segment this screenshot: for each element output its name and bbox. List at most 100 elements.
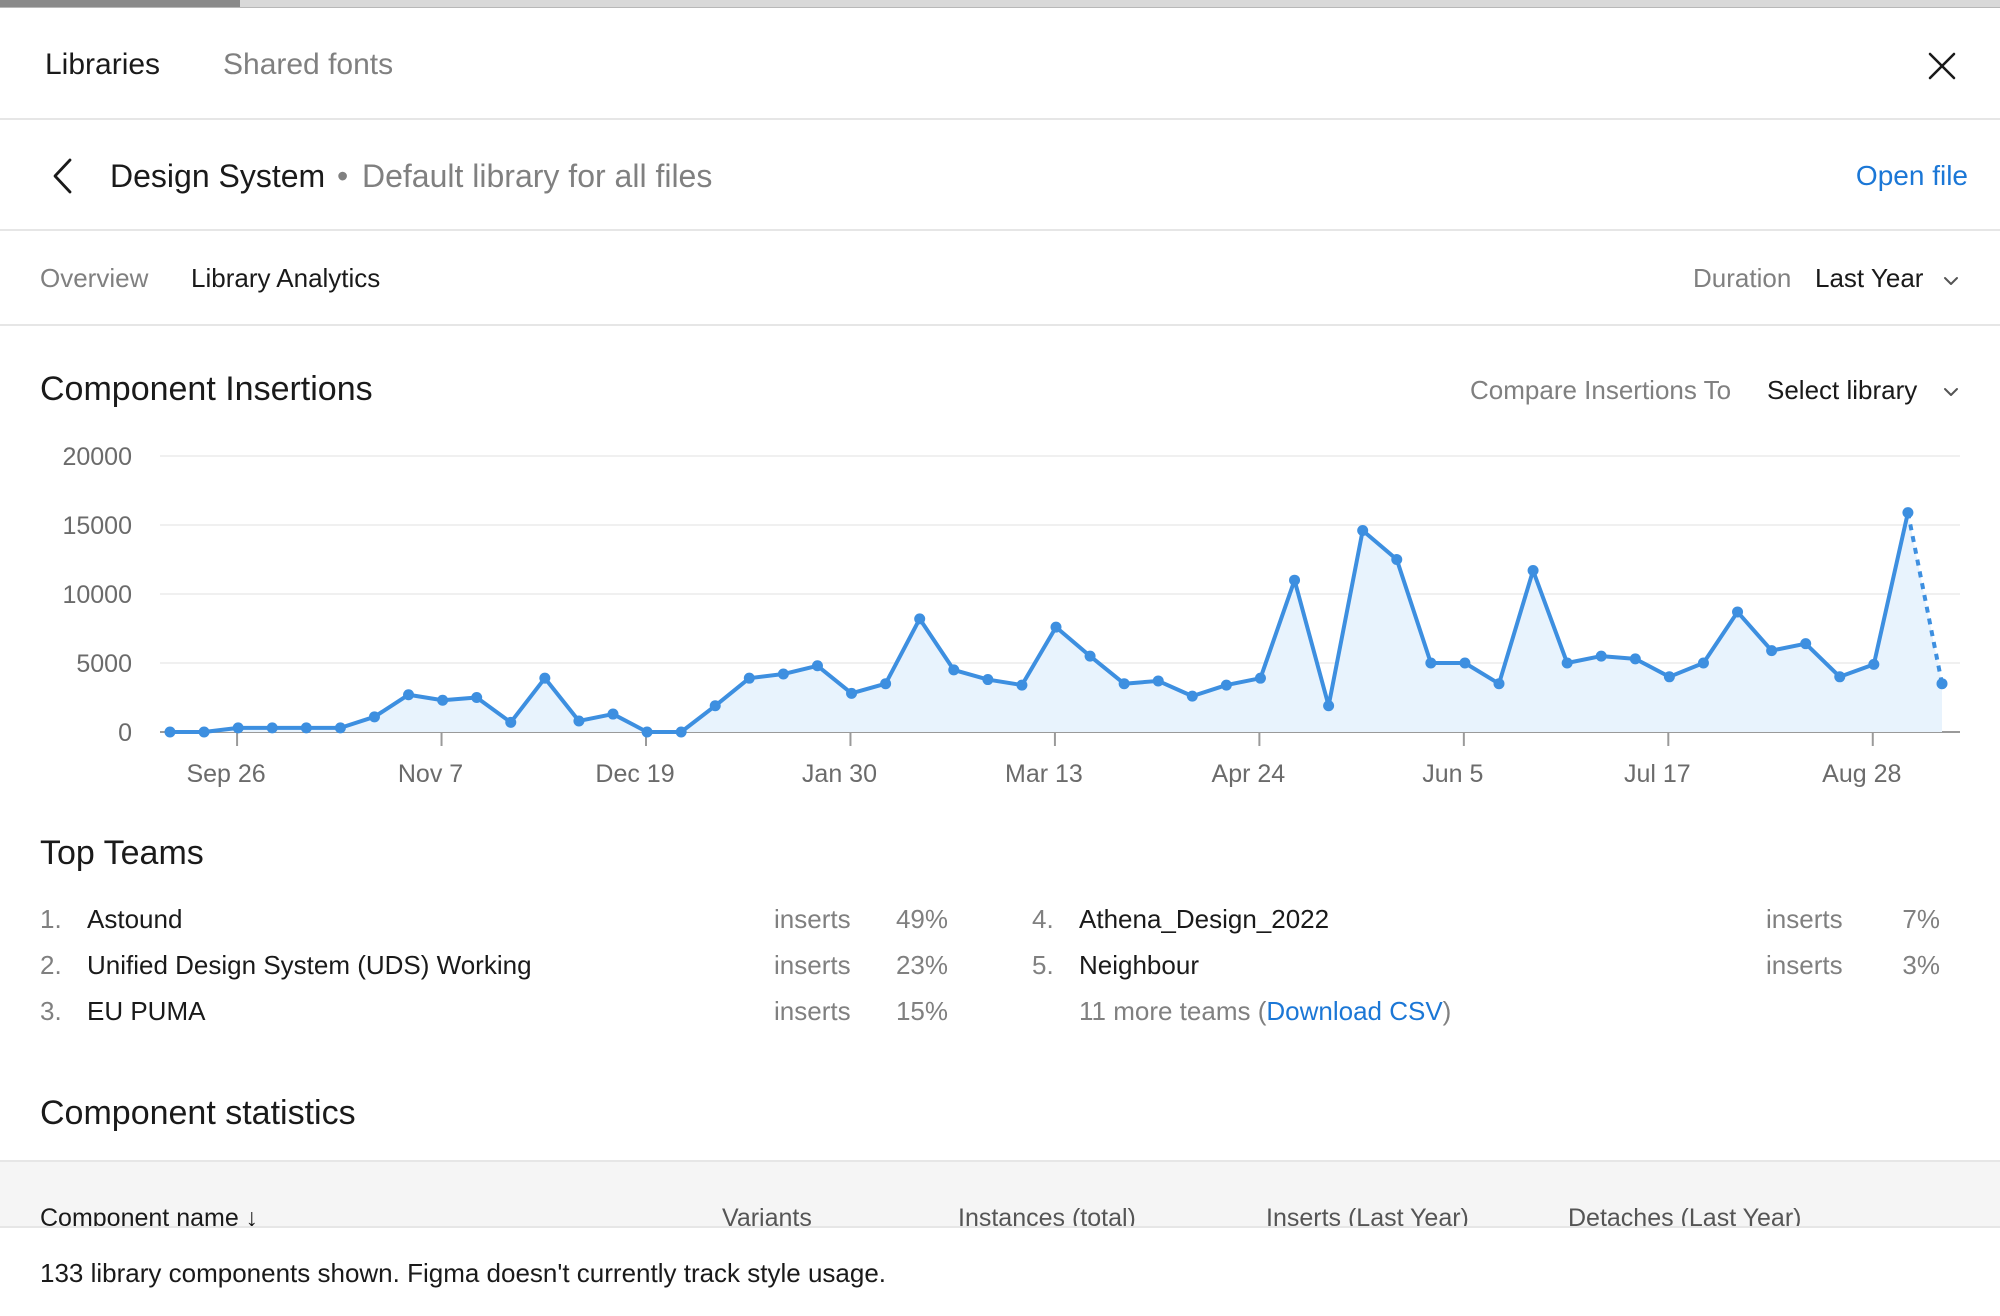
team-inserts-label: inserts bbox=[1766, 950, 1843, 980]
data-point[interactable] bbox=[1323, 700, 1335, 712]
more-teams-prefix: 11 more teams ( bbox=[1079, 996, 1267, 1026]
data-point[interactable] bbox=[1459, 657, 1471, 669]
footer-bar: 133 library components shown. Figma does… bbox=[0, 1226, 2000, 1316]
compare-library-select[interactable]: Select library bbox=[1767, 375, 1917, 406]
duration-select[interactable]: Last Year bbox=[1815, 263, 1923, 294]
duration-label: Duration bbox=[1693, 263, 1792, 293]
data-point[interactable] bbox=[1016, 679, 1028, 691]
data-point[interactable] bbox=[777, 668, 789, 680]
team-name: Athena_Design_2022 bbox=[1079, 904, 1330, 934]
y-tick-label: 5000 bbox=[76, 650, 132, 678]
data-point[interactable] bbox=[675, 726, 687, 738]
data-point[interactable] bbox=[1254, 672, 1266, 684]
x-tick-label: Jun 5 bbox=[1422, 760, 1483, 788]
download-csv-link[interactable]: Download CSV bbox=[1266, 996, 1442, 1026]
data-point[interactable] bbox=[1663, 671, 1675, 683]
data-point[interactable] bbox=[198, 726, 210, 738]
team-name: EU PUMA bbox=[87, 996, 206, 1026]
x-tick-label: Jul 17 bbox=[1624, 760, 1691, 788]
data-point[interactable] bbox=[1766, 645, 1778, 657]
data-point[interactable] bbox=[1186, 690, 1198, 702]
tab-library-analytics[interactable]: Library Analytics bbox=[191, 263, 380, 294]
data-point[interactable] bbox=[1391, 554, 1403, 565]
data-point[interactable] bbox=[164, 726, 176, 738]
insertions-chart: 0 5000 10000 15000 20000 Sep 26 Nov 7 Dec 19 Ja… bbox=[62, 443, 1960, 788]
data-point[interactable] bbox=[1800, 638, 1812, 650]
data-point[interactable] bbox=[1595, 650, 1607, 662]
data-point[interactable] bbox=[403, 689, 415, 701]
team-percent: 3% bbox=[1902, 950, 1940, 980]
data-point[interactable] bbox=[334, 722, 346, 734]
more-teams-suffix: ) bbox=[1442, 996, 1452, 1026]
team-inserts-label: inserts bbox=[774, 996, 851, 1026]
data-point[interactable] bbox=[846, 687, 858, 699]
y-tick-label: 10000 bbox=[62, 581, 132, 609]
chevron-down-icon[interactable] bbox=[1942, 386, 1960, 398]
window-top-strip-segment bbox=[0, 0, 240, 7]
x-tick-label: Sep 26 bbox=[186, 760, 265, 788]
y-tick-label: 15000 bbox=[62, 512, 132, 540]
data-point[interactable] bbox=[1834, 671, 1846, 683]
data-point[interactable] bbox=[539, 672, 551, 684]
data-point[interactable] bbox=[1732, 606, 1744, 618]
data-point[interactable] bbox=[1697, 657, 1709, 669]
data-point[interactable] bbox=[1561, 657, 1573, 669]
team-row: 1. Astound inserts 49% bbox=[40, 904, 960, 940]
data-point[interactable] bbox=[1289, 574, 1301, 586]
data-point[interactable] bbox=[1118, 678, 1130, 690]
team-rank: 4. bbox=[1032, 904, 1054, 934]
library-header: Design System • Default library for all … bbox=[0, 120, 2000, 231]
tab-libraries[interactable]: Libraries bbox=[45, 48, 160, 82]
footer-note: 133 library components shown. Figma does… bbox=[40, 1258, 887, 1288]
data-point[interactable] bbox=[1220, 679, 1232, 691]
data-point[interactable] bbox=[1629, 653, 1641, 665]
y-tick-label: 20000 bbox=[62, 443, 132, 471]
data-point[interactable] bbox=[300, 722, 312, 734]
team-rank: 1. bbox=[40, 904, 62, 934]
data-point[interactable] bbox=[1050, 621, 1062, 633]
data-point[interactable] bbox=[880, 678, 892, 690]
data-point[interactable] bbox=[743, 672, 755, 684]
tab-shared-fonts[interactable]: Shared fonts bbox=[223, 48, 393, 82]
data-point[interactable] bbox=[641, 726, 653, 738]
team-percent: 23% bbox=[895, 950, 948, 980]
team-row: 3. EU PUMA inserts 15% bbox=[40, 996, 960, 1032]
data-point[interactable] bbox=[811, 660, 823, 672]
data-point[interactable] bbox=[709, 700, 721, 712]
open-file-link[interactable]: Open file bbox=[1856, 160, 1968, 192]
compare-insertions-label: Compare Insertions To bbox=[1470, 375, 1732, 405]
component-statistics-title: Component statistics bbox=[40, 1094, 356, 1132]
data-point[interactable] bbox=[1902, 507, 1914, 519]
data-point[interactable] bbox=[1936, 678, 1948, 690]
data-point[interactable] bbox=[1152, 675, 1164, 687]
data-point[interactable] bbox=[471, 692, 483, 703]
data-point[interactable] bbox=[1084, 650, 1096, 662]
data-point[interactable] bbox=[948, 664, 960, 676]
data-point[interactable] bbox=[573, 715, 585, 727]
x-tick-label: Mar 13 bbox=[1005, 760, 1083, 788]
library-description: Default library for all files bbox=[362, 158, 713, 194]
team-row: 4. Athena_Design_2022 inserts 7% bbox=[1032, 904, 1952, 940]
x-tick-label: Nov 7 bbox=[398, 760, 463, 788]
data-point[interactable] bbox=[232, 722, 244, 734]
data-point[interactable] bbox=[437, 694, 449, 706]
team-name: Neighbour bbox=[1079, 950, 1199, 980]
tab-overview[interactable]: Overview bbox=[40, 263, 148, 294]
data-point[interactable] bbox=[607, 708, 619, 720]
data-point[interactable] bbox=[1357, 525, 1369, 537]
back-chevron-icon[interactable] bbox=[48, 156, 78, 196]
data-point[interactable] bbox=[266, 722, 278, 734]
data-point[interactable] bbox=[914, 613, 926, 625]
data-point[interactable] bbox=[505, 716, 517, 728]
data-point[interactable] bbox=[1493, 678, 1505, 690]
data-point[interactable] bbox=[1527, 565, 1539, 577]
team-name: Astound bbox=[87, 904, 183, 934]
data-point[interactable] bbox=[1868, 658, 1880, 670]
chevron-down-icon[interactable] bbox=[1942, 275, 1960, 287]
data-point[interactable] bbox=[982, 674, 994, 686]
data-point[interactable] bbox=[368, 711, 380, 723]
analytics-tabs-row: Overview Library Analytics Duration Last… bbox=[0, 231, 2000, 326]
data-point[interactable] bbox=[1425, 657, 1437, 669]
close-icon[interactable] bbox=[1924, 48, 1960, 84]
team-rank: 3. bbox=[40, 996, 62, 1026]
